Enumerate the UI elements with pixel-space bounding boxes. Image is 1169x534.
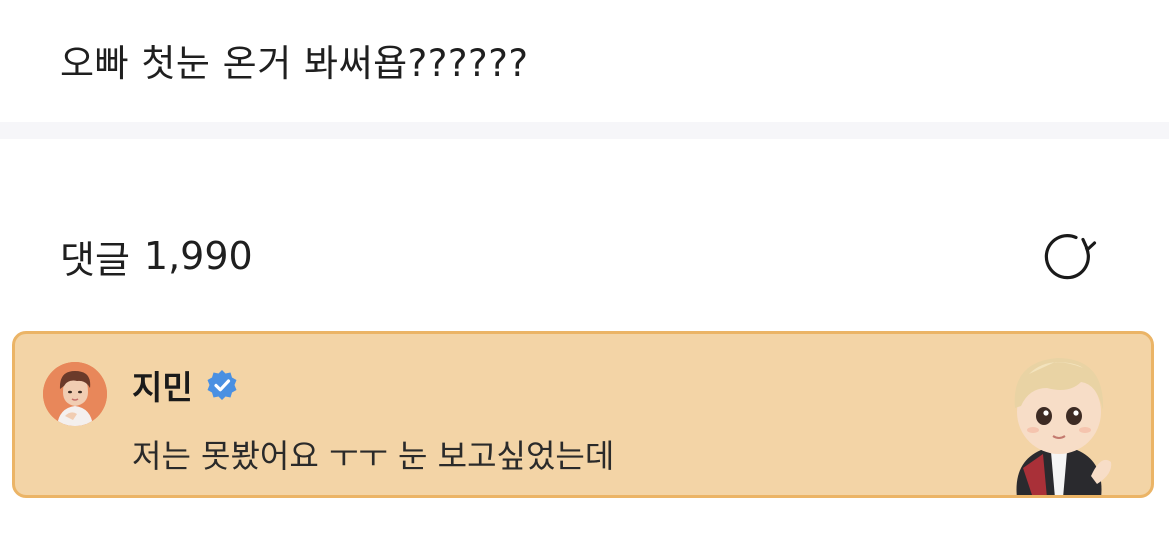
comment-author-name[interactable]: 지민	[132, 361, 193, 409]
comments-label: 댓글	[60, 237, 130, 282]
verified-badge-icon	[205, 368, 239, 402]
comment-text: 저는 못봤어요 ㅜㅜ 눈 보고싶었는데	[132, 437, 615, 475]
comments-count: 1,990	[143, 234, 253, 278]
avatar[interactable]	[43, 362, 107, 426]
comments-header: 댓글 1,990	[60, 226, 253, 286]
refresh-button[interactable]	[1036, 224, 1100, 288]
post-text: 오빠 첫눈 온거 봐써욥??????	[60, 42, 529, 85]
section-divider	[0, 122, 1169, 139]
pinned-comment-card[interactable]: 지민 저는 못봤어요 ㅜㅜ 눈 보고싶었는데	[12, 331, 1154, 498]
comment-author-row: 지민	[132, 362, 239, 408]
refresh-icon	[1044, 234, 1097, 280]
avatar-image	[43, 362, 107, 426]
character-sticker	[989, 344, 1129, 495]
page: 오빠 첫눈 온거 봐써욥?????? 댓글 1,990 지민 저는 못봤어요 ㅜ…	[0, 0, 1169, 534]
